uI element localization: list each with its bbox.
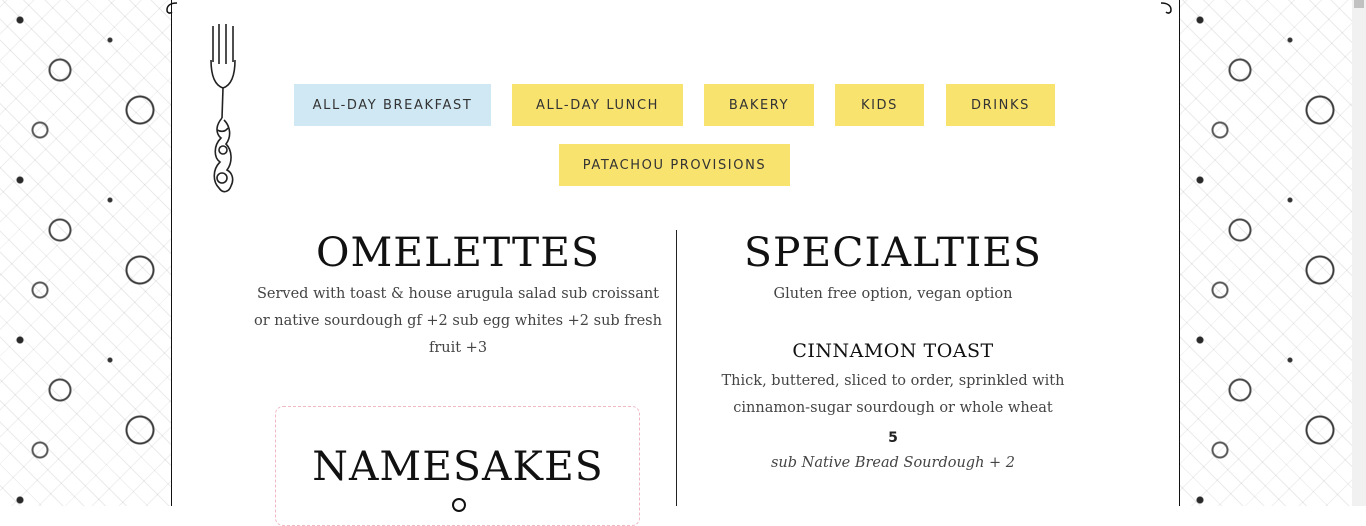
omelettes-description-line: fruit +3 <box>428 340 488 356</box>
fork-icon <box>210 24 236 193</box>
item-description-line: cinnamon-sugar sourdough or whole wheat <box>733 400 1053 416</box>
tab-all-day-breakfast[interactable]: ALL-DAY BREAKFAST <box>294 84 491 126</box>
item-description-cinnamon-toast: Thick, buttered, sliced to order, sprink… <box>677 368 1109 422</box>
namesakes-ornament <box>452 498 466 512</box>
specialties-heading: SPECIALTIES <box>743 230 1043 276</box>
item-description-line: Thick, buttered, sliced to order, sprink… <box>721 373 1065 389</box>
item-price: 5 <box>888 430 898 446</box>
decorative-pattern-right <box>1180 0 1352 506</box>
omelettes-description: Served with toast & house arugula salad … <box>240 281 676 362</box>
specialties-note: Gluten free option, vegan option <box>773 286 1013 302</box>
decorative-pattern-left <box>0 0 172 506</box>
scrollbar[interactable] <box>1352 0 1366 506</box>
omelettes-description-line: Served with toast & house arugula salad … <box>256 286 660 302</box>
page-curl-icon <box>166 2 178 14</box>
tab-patachou-provisions[interactable]: PATACHOU PROVISIONS <box>559 144 790 186</box>
tab-drinks[interactable]: DRINKS <box>946 84 1055 126</box>
omelettes-heading: OMELETTES <box>315 230 600 276</box>
item-substitution: sub Native Bread Sourdough + 2 <box>770 455 1016 471</box>
tab-all-day-lunch[interactable]: ALL-DAY LUNCH <box>512 84 683 126</box>
scrollbar-thumb[interactable] <box>1354 0 1364 8</box>
namesakes-heading: NAMESAKES <box>312 444 604 490</box>
tab-bakery[interactable]: BAKERY <box>704 84 814 126</box>
tab-kids[interactable]: KIDS <box>835 84 924 126</box>
omelettes-description-line: or native sourdough gf +2 sub egg whites… <box>254 313 662 329</box>
page-curl-icon <box>1160 2 1172 14</box>
item-title-cinnamon-toast: CINNAMON TOAST <box>792 340 994 362</box>
